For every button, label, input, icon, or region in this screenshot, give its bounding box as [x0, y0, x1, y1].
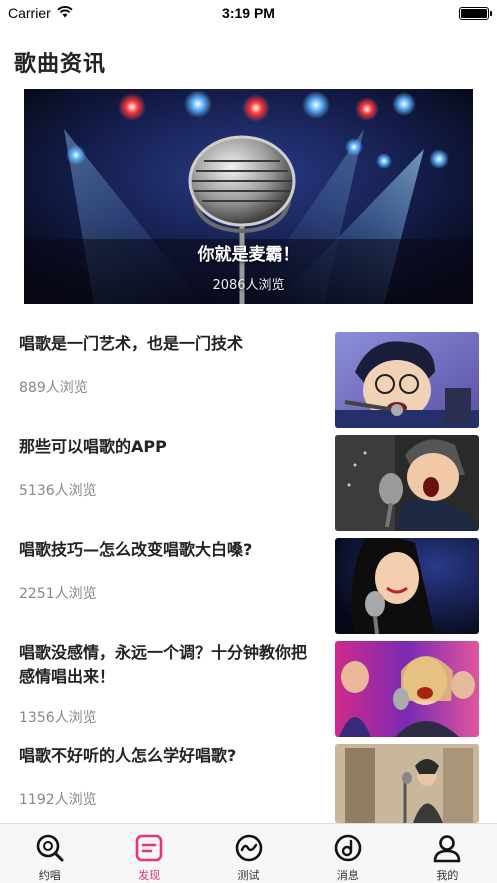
- carrier-label: Carrier: [8, 5, 51, 21]
- news-views: 2251人浏览: [19, 586, 97, 602]
- discover-icon: [133, 832, 165, 864]
- news-views: 1356人浏览: [19, 710, 97, 726]
- tab-yuechang[interactable]: 约唱: [0, 824, 99, 883]
- news-title: 唱歌不好听的人怎么学好唱歌?: [19, 746, 237, 765]
- tab-faxian[interactable]: 发现: [99, 824, 198, 883]
- news-views: 1192人浏览: [19, 792, 97, 808]
- banner-views: 2086人浏览: [212, 278, 285, 293]
- news-item[interactable]: 唱歌是一门艺术，也是一门技术 889人浏览: [0, 332, 497, 435]
- news-thumbnail: [335, 332, 479, 428]
- tab-label: 发现: [138, 869, 161, 882]
- wifi-icon: [57, 5, 73, 21]
- page-title: 歌曲资讯: [14, 52, 107, 77]
- tab-wode[interactable]: 我的: [398, 824, 497, 883]
- tab-label: 我的: [436, 869, 459, 882]
- news-views: 889人浏览: [19, 380, 88, 396]
- news-thumbnail: [335, 641, 479, 737]
- message-note-icon: [332, 832, 364, 864]
- banner-image: [24, 89, 473, 304]
- news-thumbnail: [335, 435, 479, 531]
- news-item[interactable]: 唱歌技巧—怎么改变唱歌大白嗓? 2251人浏览: [0, 538, 497, 641]
- news-thumbnail: [335, 744, 479, 823]
- tab-label: 测试: [237, 869, 260, 882]
- news-thumbnail: [335, 538, 479, 634]
- search-mic-icon: [34, 832, 66, 864]
- news-item[interactable]: 那些可以唱歌的APP 5136人浏览: [0, 435, 497, 538]
- news-item[interactable]: 唱歌没感情，永远一个调？十分钟教你把感情唱出来！ 1356人浏览: [0, 641, 497, 744]
- status-time: 3:19 PM: [222, 5, 275, 21]
- test-wave-icon: [233, 832, 265, 864]
- featured-banner[interactable]: [24, 89, 473, 304]
- battery-icon: [459, 6, 492, 20]
- tab-label: 消息: [336, 869, 359, 882]
- status-bar: Carrier 3:19 PM: [0, 0, 497, 26]
- tab-label: 约唱: [38, 869, 61, 882]
- news-title: 唱歌是一门艺术，也是一门技术: [19, 334, 244, 353]
- tab-xiaoxi[interactable]: 消息: [298, 824, 397, 883]
- news-views: 5136人浏览: [19, 483, 97, 499]
- news-title: 那些可以唱歌的APP: [19, 437, 167, 456]
- news-title: 唱歌技巧—怎么改变唱歌大白嗓?: [19, 540, 253, 559]
- tab-bar: 约唱 发现 测试 消息 我的: [0, 823, 497, 883]
- news-title: 唱歌没感情，永远一个调？十分钟教你把感情唱出来！: [19, 643, 308, 686]
- user-icon: [431, 832, 463, 864]
- tab-ceshi[interactable]: 测试: [199, 824, 298, 883]
- status-left: Carrier: [8, 5, 73, 21]
- banner-title: 你就是麦霸！: [197, 245, 300, 265]
